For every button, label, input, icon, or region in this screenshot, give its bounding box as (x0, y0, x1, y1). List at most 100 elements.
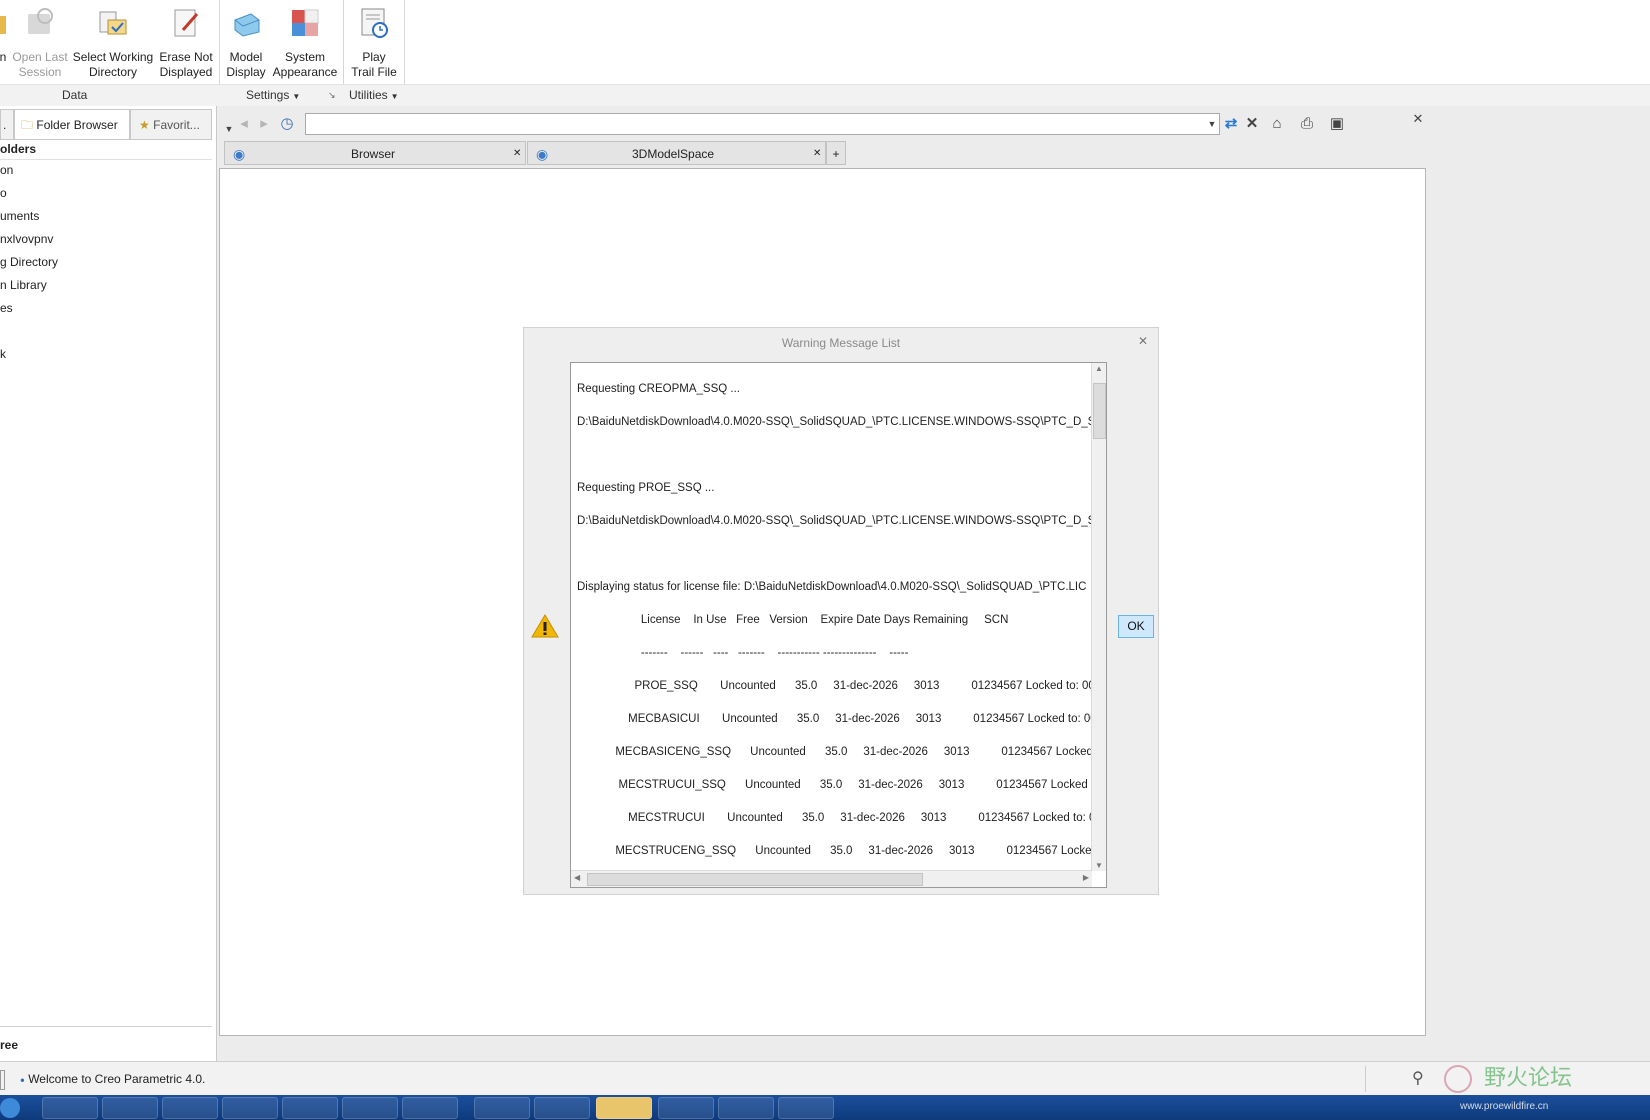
add-tab-button[interactable]: + (826, 141, 846, 165)
taskbar-item[interactable] (778, 1097, 834, 1119)
select-working-directory-icon (96, 6, 130, 40)
taskbar-item[interactable] (474, 1097, 530, 1119)
play-trail-file-label: Play Trail File (351, 50, 397, 79)
settings-label: Settings (246, 88, 290, 102)
browser-tab-icon: ◉ (233, 146, 246, 162)
select-working-directory-button[interactable]: Select Working Directory (72, 6, 154, 80)
folder-browser-label: Folder Browser (36, 118, 118, 132)
tree-item[interactable]: n Library (0, 278, 47, 292)
message-line: D:\BaiduNetdiskDownload\4.0.M020-SSQ\_So… (577, 416, 1103, 428)
tab-browser[interactable]: ◉ Browser ✕ (224, 141, 526, 165)
group-label-utilities[interactable]: Utilities ▼ (349, 88, 399, 102)
browser-tab-icon: ◉ (536, 146, 549, 162)
tab-model-tree[interactable]: . (0, 109, 14, 139)
print-icon[interactable]: ⎙ (1296, 113, 1318, 135)
tree-item[interactable]: g Directory (0, 255, 58, 269)
warning-icon (531, 613, 559, 642)
tab-browser-label: Browser (351, 147, 396, 161)
close-dialog-icon[interactable]: ✕ (1138, 334, 1148, 348)
vertical-scroll-thumb[interactable] (1093, 383, 1106, 439)
taskbar-item[interactable] (222, 1097, 278, 1119)
ribbon-partial-button[interactable]: n (0, 6, 10, 65)
message-line: PROE_SSQ Uncounted 35.0 31-dec-2026 3013… (577, 680, 1099, 692)
ok-button[interactable]: OK (1118, 615, 1154, 638)
status-message-text: Welcome to Creo Parametric 4.0. (28, 1072, 206, 1086)
folder-browser-icon: 🗀 (21, 118, 34, 132)
forward-icon[interactable]: ▸ (253, 113, 275, 135)
message-text-area[interactable]: Requesting CREOPMA_SSQ ... D:\BaiduNetdis… (570, 362, 1107, 888)
horizontal-scroll-thumb[interactable] (587, 873, 923, 886)
message-line: MECSTRUCUI_SSQ Uncounted 35.0 31-dec-202… (577, 779, 1101, 791)
scroll-right-icon[interactable]: ▶ (1083, 873, 1089, 882)
dialog-launcher-icon[interactable]: ↘ (328, 90, 336, 101)
utilities-label: Utilities (349, 88, 388, 102)
scroll-up-icon[interactable]: ▲ (1095, 364, 1103, 373)
vertical-scrollbar[interactable]: ▲ ▼ (1091, 363, 1106, 871)
play-trail-file-button[interactable]: Play Trail File (346, 6, 402, 80)
erase-not-displayed-button[interactable]: Erase Not Displayed (156, 6, 216, 80)
windows-taskbar: www.proewildfire.cn (0, 1095, 1650, 1120)
tab-3dmodelspace[interactable]: ◉ 3DModelSpace ✕ (527, 141, 826, 165)
message-line: License In Use Free Version Expire Date … (577, 614, 1009, 626)
chevron-down-icon: ▼ (390, 92, 399, 101)
taskbar-item[interactable] (718, 1097, 774, 1119)
find-icon[interactable]: ⚲ (1412, 1068, 1424, 1088)
tree-item[interactable]: on (0, 163, 13, 177)
system-appearance-icon (288, 6, 322, 40)
back-icon[interactable]: ◂ (233, 113, 255, 135)
tree-item[interactable]: es (0, 301, 13, 315)
model-display-button[interactable]: Model Display (222, 6, 270, 80)
tree-item[interactable]: k (0, 347, 6, 361)
model-tree-label: ree (0, 1038, 19, 1052)
taskbar-item[interactable] (102, 1097, 158, 1119)
start-button[interactable] (0, 1098, 20, 1118)
taskbar-item[interactable] (162, 1097, 218, 1119)
taskbar-item-creo[interactable] (596, 1097, 652, 1119)
taskbar-item[interactable] (42, 1097, 98, 1119)
refresh-icon[interactable]: ⇄ (1220, 113, 1242, 135)
watermark-url: www.proewildfire.cn (1460, 1101, 1549, 1112)
model-display-icon (229, 6, 263, 40)
history-icon[interactable]: ◷ (276, 113, 298, 135)
tree-item[interactable]: o (0, 186, 7, 200)
close-tab-icon[interactable]: ✕ (513, 142, 521, 166)
system-appearance-label: System Appearance (272, 50, 338, 79)
divider (0, 159, 212, 160)
ribbon: n Open Last Session Select Working Direc… (0, 0, 1650, 107)
tree-item[interactable]: nxlvovpnv (0, 232, 53, 246)
scroll-left-icon[interactable]: ◀ (574, 873, 580, 882)
close-tab-icon[interactable]: ✕ (813, 142, 821, 166)
group-label-settings[interactable]: Settings ▼ (246, 88, 300, 102)
favorites-label: Favorit... (153, 118, 200, 132)
tab-folder-browser[interactable]: 🗀 Folder Browser (14, 109, 130, 139)
message-line: MECSTRUCUI Uncounted 35.0 31-dec-2026 30… (577, 812, 1096, 824)
status-bar: ● Welcome to Creo Parametric 4.0. ⚲ 野火论坛 (0, 1061, 1650, 1096)
divider (0, 1026, 212, 1027)
divider (0, 139, 212, 140)
chevron-down-icon: ▼ (292, 92, 301, 101)
taskbar-item[interactable] (658, 1097, 714, 1119)
watermark-logo: 野火论坛 (1438, 1063, 1638, 1093)
home-icon[interactable]: ⌂ (1266, 113, 1288, 135)
horizontal-scrollbar[interactable]: ◀ ▶ (571, 870, 1092, 887)
scroll-down-icon[interactable]: ▼ (1095, 861, 1103, 870)
open-last-session-button[interactable]: Open Last Session (10, 6, 70, 80)
divider (1365, 1066, 1366, 1092)
status-message: ● Welcome to Creo Parametric 4.0. (20, 1072, 205, 1086)
taskbar-item[interactable] (402, 1097, 458, 1119)
group-label-data: Data (62, 88, 88, 102)
taskbar-item[interactable] (282, 1097, 338, 1119)
tree-item[interactable]: uments (0, 209, 39, 223)
close-browser-icon[interactable]: ✕ (1407, 108, 1429, 130)
save-icon[interactable]: ▣ (1326, 113, 1348, 135)
stop-icon[interactable]: ✕ (1241, 113, 1263, 135)
open-last-session-label: Open Last Session (12, 50, 68, 79)
status-toggle[interactable] (0, 1070, 5, 1090)
system-appearance-button[interactable]: System Appearance (272, 6, 338, 80)
tab-favorites[interactable]: ★ Favorit... (130, 109, 212, 139)
play-trail-file-icon (357, 6, 391, 40)
address-input[interactable] (305, 113, 1220, 135)
taskbar-item[interactable] (342, 1097, 398, 1119)
taskbar-item[interactable] (534, 1097, 590, 1119)
message-line: Displaying status for license file: D:\B… (577, 581, 1087, 593)
